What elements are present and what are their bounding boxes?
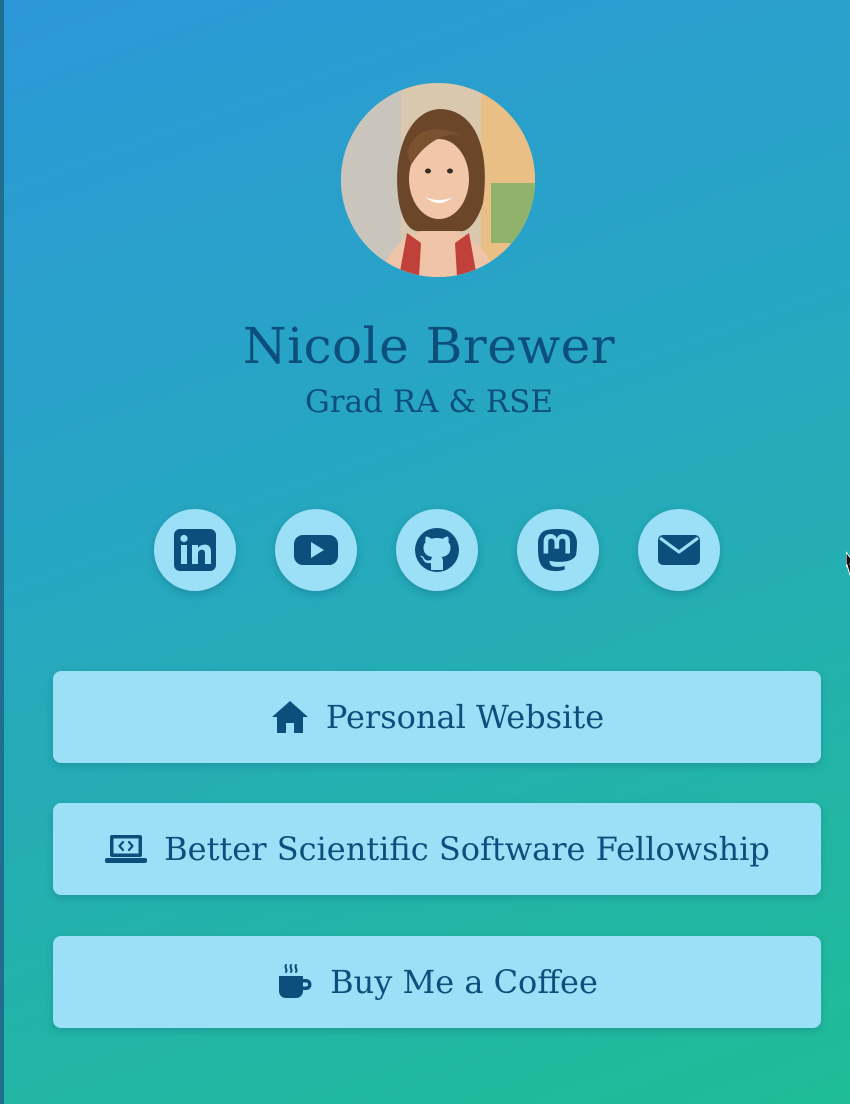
bssw-fellowship-button[interactable]: Better Scientific Software Fellowship [53, 803, 821, 895]
social-links [154, 509, 720, 591]
mastodon-icon [538, 529, 577, 572]
laptop-code-icon [104, 833, 148, 865]
github-icon [415, 528, 459, 572]
avatar-photo [341, 83, 535, 277]
email-link[interactable] [638, 509, 720, 591]
home-icon [270, 699, 310, 735]
mastodon-link[interactable] [517, 509, 599, 591]
linkedin-icon [174, 529, 216, 571]
bssw-fellowship-label: Better Scientific Software Fellowship [164, 830, 770, 868]
link-page: Nicole Brewer Grad RA & RSE Personal Web… [0, 0, 850, 1104]
youtube-icon [294, 535, 338, 565]
profile-title: Grad RA & RSE [305, 384, 553, 420]
linkedin-link[interactable] [154, 509, 236, 591]
mouse-cursor-icon [846, 551, 850, 576]
youtube-link[interactable] [275, 509, 357, 591]
mug-icon [276, 963, 314, 1001]
avatar [341, 83, 535, 277]
buy-me-a-coffee-label: Buy Me a Coffee [330, 963, 598, 1001]
personal-website-label: Personal Website [325, 698, 605, 736]
profile-name: Nicole Brewer [242, 317, 616, 375]
email-icon [658, 535, 700, 565]
buy-me-a-coffee-button[interactable]: Buy Me a Coffee [53, 936, 821, 1028]
github-link[interactable] [396, 509, 478, 591]
personal-website-button[interactable]: Personal Website [53, 671, 821, 763]
